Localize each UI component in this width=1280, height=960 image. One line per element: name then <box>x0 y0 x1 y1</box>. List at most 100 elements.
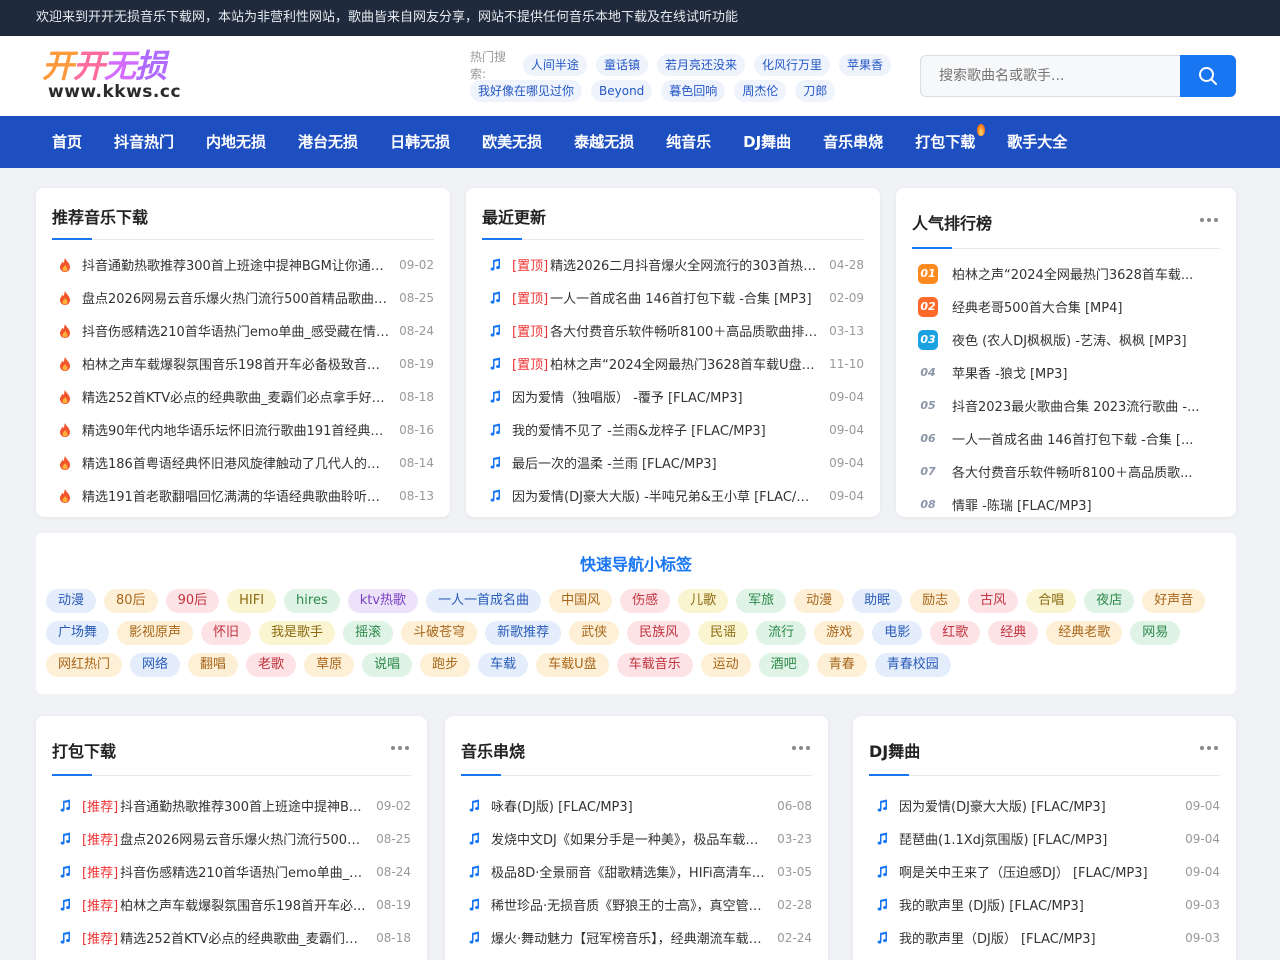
list-item[interactable]: [推荐] 抖音伤感精选210首华语热门emo单曲_感... 08-24 <box>52 855 411 888</box>
list-item[interactable]: 琵琶曲(1.1Xdj氛围版) [FLAC/MP3] 09-04 <box>869 822 1220 855</box>
quick-tag[interactable]: 民族风 <box>627 621 691 645</box>
list-item[interactable]: 最后一次的温柔 -兰雨 [FLAC/MP3] 09-04 <box>482 446 864 479</box>
list-item[interactable]: [置顶] 一人一首成名曲 146首打包下载 -合集 [MP3] 02-09 <box>482 281 864 314</box>
list-item[interactable]: 因为爱情(DJ豪大大版) -半吨兄弟&王小草 [FLAC/MP3] 09-04 <box>482 479 864 512</box>
list-item[interactable]: [置顶] 精选2026二月抖音爆火全网流行的303首热门... 04-28 <box>482 248 864 281</box>
quick-tag[interactable]: 动漫 <box>46 589 97 613</box>
quick-tag[interactable]: 广场舞 <box>46 621 110 645</box>
medley-more-icon[interactable] <box>792 746 810 750</box>
nav-item[interactable]: 泰越无损 <box>558 116 650 168</box>
hot-search-tag[interactable]: 苹果香 <box>838 54 891 76</box>
site-logo[interactable]: 开开无损 www.kkws.cc <box>40 48 190 104</box>
list-item[interactable]: [置顶] 各大付费音乐软件畅听8100＋高品质歌曲排行... 03-13 <box>482 314 864 347</box>
quick-tag[interactable]: 网络 <box>130 653 181 677</box>
list-item[interactable]: 抖音伤感精选210首华语热门emo单曲_感受藏在情歌... 08-24 <box>52 314 434 347</box>
list-item[interactable]: [置顶] 柏林之声“2024全网最热门3628首车载U盘高音... 11-10 <box>482 347 864 380</box>
quick-tag[interactable]: 合唱 <box>1026 589 1077 613</box>
nav-item[interactable]: 欧美无损 <box>466 116 558 168</box>
nav-item[interactable]: 港台无损 <box>282 116 374 168</box>
quick-tag[interactable]: 车载 <box>478 653 529 677</box>
quick-tag[interactable]: 翻唱 <box>188 653 239 677</box>
list-item[interactable]: [推荐] 抖音通勤热歌推荐300首上班途中提神BG... 09-02 <box>52 789 411 822</box>
list-item[interactable]: 精选186首粤语经典怀旧港风旋律触动了几代人的青... 08-14 <box>52 446 434 479</box>
hot-search-tag[interactable]: 童话镇 <box>595 54 648 76</box>
quick-tag[interactable]: 车载音乐 <box>616 653 693 677</box>
nav-item[interactable]: 打包下载 <box>899 116 991 168</box>
list-item[interactable]: 06 一人一首成名曲 146首打包下载 -合集 [... <box>914 422 1216 455</box>
nav-item[interactable]: 纯音乐 <box>650 116 727 168</box>
quick-tag[interactable]: 运动 <box>700 653 751 677</box>
quick-tag[interactable]: 草原 <box>304 653 355 677</box>
list-item[interactable]: 08 情罪 -陈瑞 [FLAC/MP3] <box>914 488 1216 517</box>
list-item[interactable]: [推荐] 盘点2026网易云音乐爆火热门流行500首... 08-25 <box>52 822 411 855</box>
quick-tag[interactable]: 好声音 <box>1142 589 1206 613</box>
quick-tag[interactable]: 摇滚 <box>343 621 394 645</box>
ranking-more-icon[interactable] <box>1200 218 1218 222</box>
dj-more-icon[interactable] <box>1200 746 1218 750</box>
hot-search-tag[interactable]: 人间半途 <box>522 54 587 76</box>
list-item[interactable]: 极品8D·全景丽音《甜歌精选集》，HIFi高清车载... 03-05 <box>461 855 812 888</box>
hot-search-tag[interactable]: 暮色回响 <box>661 80 726 102</box>
quick-tag[interactable]: 我是歌手 <box>259 621 336 645</box>
nav-item[interactable]: 音乐串烧 <box>807 116 899 168</box>
list-item[interactable]: 07 各大付费音乐软件畅听8100＋高品质歌... <box>914 455 1216 488</box>
quick-tag[interactable]: 经典 <box>988 621 1039 645</box>
quick-tag[interactable]: 动漫 <box>794 589 845 613</box>
quick-tag[interactable]: 军旅 <box>736 589 787 613</box>
quick-tag[interactable]: HIFI <box>227 589 277 613</box>
list-item[interactable]: 抖音通勤热歌推荐300首上班途中提神BGM让你通勤... 09-02 <box>52 248 434 281</box>
list-item[interactable]: 精选252首KTV必点的经典歌曲_麦霸们必点拿手好歌... 08-18 <box>52 380 434 413</box>
hot-search-tag[interactable]: 刀郎 <box>795 80 836 102</box>
nav-item[interactable]: 抖音热门 <box>98 116 190 168</box>
quick-tag[interactable]: 电影 <box>872 621 923 645</box>
list-item[interactable]: 因为爱情（独唱版） -覆予 [FLAC/MP3] 09-04 <box>482 380 864 413</box>
list-item[interactable]: 爆火·舞动魅力【冠军榜音乐】，经典潮流车载音... 02-24 <box>461 921 812 954</box>
quick-tag[interactable]: 新歌推荐 <box>485 621 562 645</box>
quick-tag[interactable]: 车载U盘 <box>536 653 609 677</box>
quick-tag[interactable]: 青春 <box>816 653 867 677</box>
quick-tag[interactable]: 青春校园 <box>874 653 951 677</box>
list-item[interactable]: 啊是关中王来了（压迫感DJ） [FLAC/MP3] 09-04 <box>869 855 1220 888</box>
quick-tag[interactable]: 红歌 <box>930 621 981 645</box>
hot-search-tag[interactable]: 我好像在哪见过你 <box>470 80 583 102</box>
list-item[interactable]: [推荐] 柏林之声车载爆裂氛围音乐198首开车必... 08-19 <box>52 888 411 921</box>
list-item[interactable]: 03 夜色 (农人DJ枫枫版) -艺涛、枫枫 [MP3] <box>914 323 1216 356</box>
quick-tag[interactable]: 伤感 <box>620 589 671 613</box>
quick-tag[interactable]: 80后 <box>104 589 158 613</box>
list-item[interactable]: 因为爱情(DJ豪大大版) [FLAC/MP3] 09-04 <box>869 789 1220 822</box>
list-item[interactable]: 发烧中文DJ《如果分手是一种美》，极品车载CL... 03-23 <box>461 822 812 855</box>
list-item[interactable]: 05 抖音2023最火歌曲合集 2023流行歌曲 -... <box>914 389 1216 422</box>
quick-tag[interactable]: ktv热歌 <box>347 589 419 613</box>
quick-tag[interactable]: 酒吧 <box>758 653 809 677</box>
nav-item[interactable]: 内地无损 <box>190 116 282 168</box>
quick-tag[interactable]: 怀旧 <box>201 621 252 645</box>
nav-item[interactable]: 歌手大全 <box>991 116 1083 168</box>
pack-more-icon[interactable] <box>391 746 409 750</box>
quick-tag[interactable]: 影视原声 <box>117 621 194 645</box>
quick-tag[interactable]: 儿歌 <box>678 589 729 613</box>
quick-tag[interactable]: 助眠 <box>852 589 903 613</box>
quick-tag[interactable]: 民谣 <box>698 621 749 645</box>
list-item[interactable]: 咏春(DJ版) [FLAC/MP3] 06-08 <box>461 789 812 822</box>
list-item[interactable]: 02 经典老哥500首大合集 [MP4] <box>914 290 1216 323</box>
list-item[interactable]: 我的歌声里 (DJ版) [FLAC/MP3] 09-03 <box>869 888 1220 921</box>
list-item[interactable]: 精选90年代内地华语乐坛怀旧流行歌曲191首经典回... 08-16 <box>52 413 434 446</box>
nav-item[interactable]: 日韩无损 <box>374 116 466 168</box>
quick-tag[interactable]: 说唱 <box>362 653 413 677</box>
nav-item[interactable]: 首页 <box>36 116 98 168</box>
quick-tag[interactable]: 跑步 <box>420 653 471 677</box>
quick-tag[interactable]: 网易 <box>1130 621 1181 645</box>
hot-search-tag[interactable]: 若月亮还没来 <box>656 54 745 76</box>
list-item[interactable]: 精选191首老歌翻唱回忆满满的华语经典歌曲聆听经... 08-13 <box>52 479 434 512</box>
list-item[interactable]: 盘点2026网易云音乐爆火热门流行500首精品歌曲大... 08-25 <box>52 281 434 314</box>
quick-tag[interactable]: 武侠 <box>569 621 620 645</box>
quick-tag[interactable]: 一人一首成名曲 <box>426 589 542 613</box>
quick-tag[interactable]: 游戏 <box>814 621 865 645</box>
list-item[interactable]: 我的爱情不见了 -兰雨&龙梓子 [FLAC/MP3] 09-04 <box>482 413 864 446</box>
list-item[interactable]: [推荐] 精选252首KTV必点的经典歌曲_麦霸们必... 08-18 <box>52 921 411 954</box>
nav-item[interactable]: DJ舞曲 <box>727 116 807 168</box>
list-item[interactable]: 我的歌声里（DJ版） [FLAC/MP3] 09-03 <box>869 921 1220 954</box>
search-input[interactable] <box>920 55 1180 97</box>
quick-tag[interactable]: 励志 <box>910 589 961 613</box>
list-item[interactable]: 01 柏林之声“2024全网最热门3628首车载... <box>914 257 1216 290</box>
